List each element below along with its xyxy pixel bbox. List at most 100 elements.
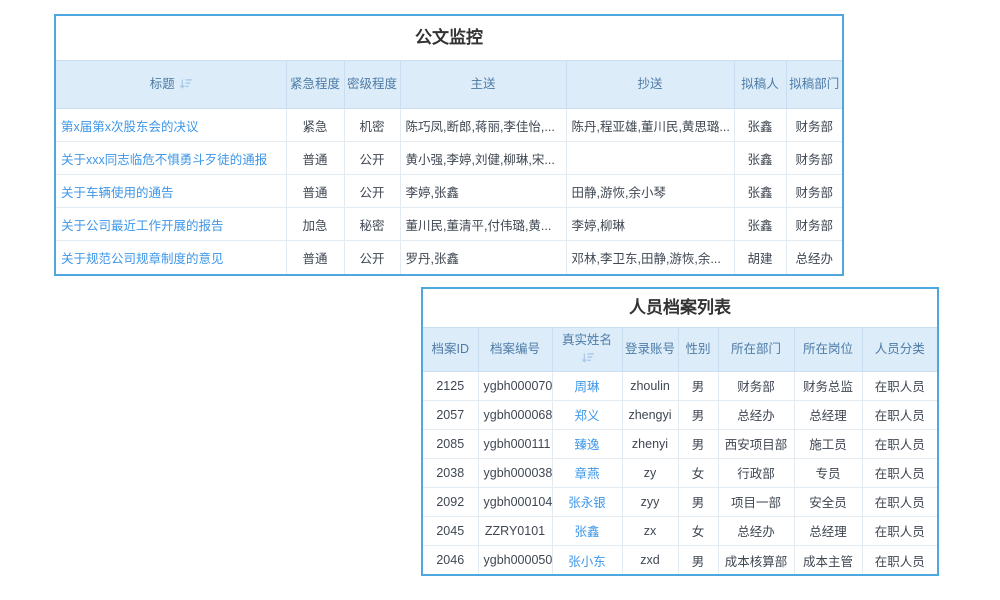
cell-real_name: 郑义 xyxy=(552,400,622,429)
column-header-gender: 性别 xyxy=(678,328,718,372)
column-header-secrecy: 密级程度 xyxy=(344,61,400,109)
column-header-title[interactable]: 标题 xyxy=(56,61,286,109)
cell-file_no: ygbh000038 xyxy=(478,458,552,487)
document-monitor-title: 公文监控 xyxy=(56,16,842,60)
column-header-draft_dept: 拟稿部门 xyxy=(786,61,842,109)
cell-file_id: 2092 xyxy=(423,487,478,516)
column-header-cc: 抄送 xyxy=(566,61,734,109)
cell-login_account: zx xyxy=(622,516,678,545)
cell-draft_dept: 财务部 xyxy=(786,208,842,241)
sort-icon xyxy=(581,352,594,363)
column-label: 所在部门 xyxy=(731,342,781,356)
cell-department: 总经办 xyxy=(718,400,794,429)
cell-title: 关于xxx同志临危不惧勇斗歹徒的通报 xyxy=(56,142,286,175)
column-header-position: 所在岗位 xyxy=(794,328,862,372)
person-name-link[interactable]: 章燕 xyxy=(574,467,599,481)
cell-category: 在职人员 xyxy=(862,458,937,487)
cell-title: 关于车辆使用的通告 xyxy=(56,175,286,208)
table-row: 2045ZZRY0101张鑫zx女总经办总经理在职人员 xyxy=(423,516,937,545)
cell-main_send: 陈巧凤,断郎,蒋丽,李佳怡,... xyxy=(400,109,566,142)
table-row: 2046ygbh000050张小东zxd男成本核算部成本主管在职人员 xyxy=(423,545,937,574)
cell-position: 总经理 xyxy=(794,516,862,545)
cell-file_id: 2057 xyxy=(423,400,478,429)
cell-gender: 女 xyxy=(678,458,718,487)
doc-title-link[interactable]: 关于xxx同志临危不惧勇斗歹徒的通报 xyxy=(61,153,267,167)
cell-drafter: 张鑫 xyxy=(734,175,786,208)
person-name-link[interactable]: 臻逸 xyxy=(574,438,599,452)
column-header-main_send: 主送 xyxy=(400,61,566,109)
table-row: 2092ygbh000104张永银zyy男项目一部安全员在职人员 xyxy=(423,487,937,516)
cell-secrecy: 秘密 xyxy=(344,208,400,241)
cell-title: 第x届第x次股东会的决议 xyxy=(56,109,286,142)
document-monitor-table: 标题紧急程度密级程度主送抄送拟稿人拟稿部门 第x届第x次股东会的决议紧急机密陈巧… xyxy=(56,60,842,274)
table-row: 2057ygbh000068郑义zhengyi男总经办总经理在职人员 xyxy=(423,400,937,429)
cell-cc xyxy=(566,142,734,175)
cell-login_account: zxd xyxy=(622,545,678,574)
cell-position: 专员 xyxy=(794,458,862,487)
cell-real_name: 章燕 xyxy=(552,458,622,487)
cell-title: 关于规范公司规章制度的意见 xyxy=(56,241,286,274)
doc-title-link[interactable]: 关于规范公司规章制度的意见 xyxy=(61,252,224,266)
table-row: 关于规范公司规章制度的意见普通公开罗丹,张鑫邓林,李卫东,田静,游恢,余...胡… xyxy=(56,241,842,274)
column-label: 抄送 xyxy=(637,77,662,91)
column-header-real_name[interactable]: 真实姓名 xyxy=(552,328,622,372)
doc-title-link[interactable]: 第x届第x次股东会的决议 xyxy=(61,120,199,134)
cell-category: 在职人员 xyxy=(862,371,937,400)
cell-file_no: ygbh000111 xyxy=(478,429,552,458)
header-row: 标题紧急程度密级程度主送抄送拟稿人拟稿部门 xyxy=(56,61,842,109)
cell-gender: 男 xyxy=(678,400,718,429)
cell-file_id: 2085 xyxy=(423,429,478,458)
cell-category: 在职人员 xyxy=(862,487,937,516)
personnel-archive-table: 档案ID档案编号真实姓名登录账号性别所在部门所在岗位人员分类 2125ygbh0… xyxy=(423,327,937,574)
cell-category: 在职人员 xyxy=(862,400,937,429)
column-label: 标题 xyxy=(150,77,175,91)
column-header-login_account: 登录账号 xyxy=(622,328,678,372)
cell-main_send: 李婷,张鑫 xyxy=(400,175,566,208)
cell-main_send: 罗丹,张鑫 xyxy=(400,241,566,274)
person-name-link[interactable]: 周琳 xyxy=(574,380,599,394)
cell-file_no: ygbh000068 xyxy=(478,400,552,429)
cell-department: 行政部 xyxy=(718,458,794,487)
doc-title-link[interactable]: 关于车辆使用的通告 xyxy=(61,186,174,200)
table-row: 2038ygbh000038章燕zy女行政部专员在职人员 xyxy=(423,458,937,487)
cell-position: 财务总监 xyxy=(794,371,862,400)
cell-gender: 男 xyxy=(678,429,718,458)
column-header-category: 人员分类 xyxy=(862,328,937,372)
cell-draft_dept: 财务部 xyxy=(786,175,842,208)
cell-real_name: 张鑫 xyxy=(552,516,622,545)
cell-department: 财务部 xyxy=(718,371,794,400)
person-name-link[interactable]: 张小东 xyxy=(568,555,606,569)
person-name-link[interactable]: 张永银 xyxy=(568,496,606,510)
cell-position: 成本主管 xyxy=(794,545,862,574)
column-label: 真实姓名 xyxy=(562,333,612,347)
person-name-link[interactable]: 张鑫 xyxy=(574,525,599,539)
doc-title-link[interactable]: 关于公司最近工作开展的报告 xyxy=(61,219,224,233)
header-row: 档案ID 档案编号 真实姓名登录账号性别所在部门 所在岗位人员分类 xyxy=(423,328,937,372)
cell-real_name: 张小东 xyxy=(552,545,622,574)
column-header-file_id: 档案ID xyxy=(423,328,478,372)
person-name-link[interactable]: 郑义 xyxy=(574,409,599,423)
sort-icon xyxy=(179,78,192,89)
column-header-file_no: 档案编号 xyxy=(478,328,552,372)
cell-login_account: zhenyi xyxy=(622,429,678,458)
column-label: 档案编号 xyxy=(490,342,540,356)
cell-category: 在职人员 xyxy=(862,516,937,545)
page: 公文监控 标题紧急程度密级程度主送抄送拟稿人拟稿部门 第x届第x次股东会的决议紧… xyxy=(0,0,1000,600)
column-header-department: 所在部门 xyxy=(718,328,794,372)
cell-file_id: 2125 xyxy=(423,371,478,400)
table-row: 2125ygbh000070周琳zhoulin男财务部财务总监在职人员 xyxy=(423,371,937,400)
cell-login_account: zyy xyxy=(622,487,678,516)
column-label: 所在岗位 xyxy=(803,342,853,356)
cell-category: 在职人员 xyxy=(862,545,937,574)
cell-file_no: ygbh000104 xyxy=(478,487,552,516)
column-label: 主送 xyxy=(470,77,495,91)
cell-drafter: 胡建 xyxy=(734,241,786,274)
cell-draft_dept: 财务部 xyxy=(786,142,842,175)
cell-gender: 男 xyxy=(678,487,718,516)
cell-main_send: 董川民,董清平,付伟璐,黄... xyxy=(400,208,566,241)
cell-cc: 李婷,柳琳 xyxy=(566,208,734,241)
cell-file_id: 2038 xyxy=(423,458,478,487)
cell-urgency: 加急 xyxy=(286,208,344,241)
cell-drafter: 张鑫 xyxy=(734,142,786,175)
sort-icon-wrap xyxy=(555,350,620,367)
